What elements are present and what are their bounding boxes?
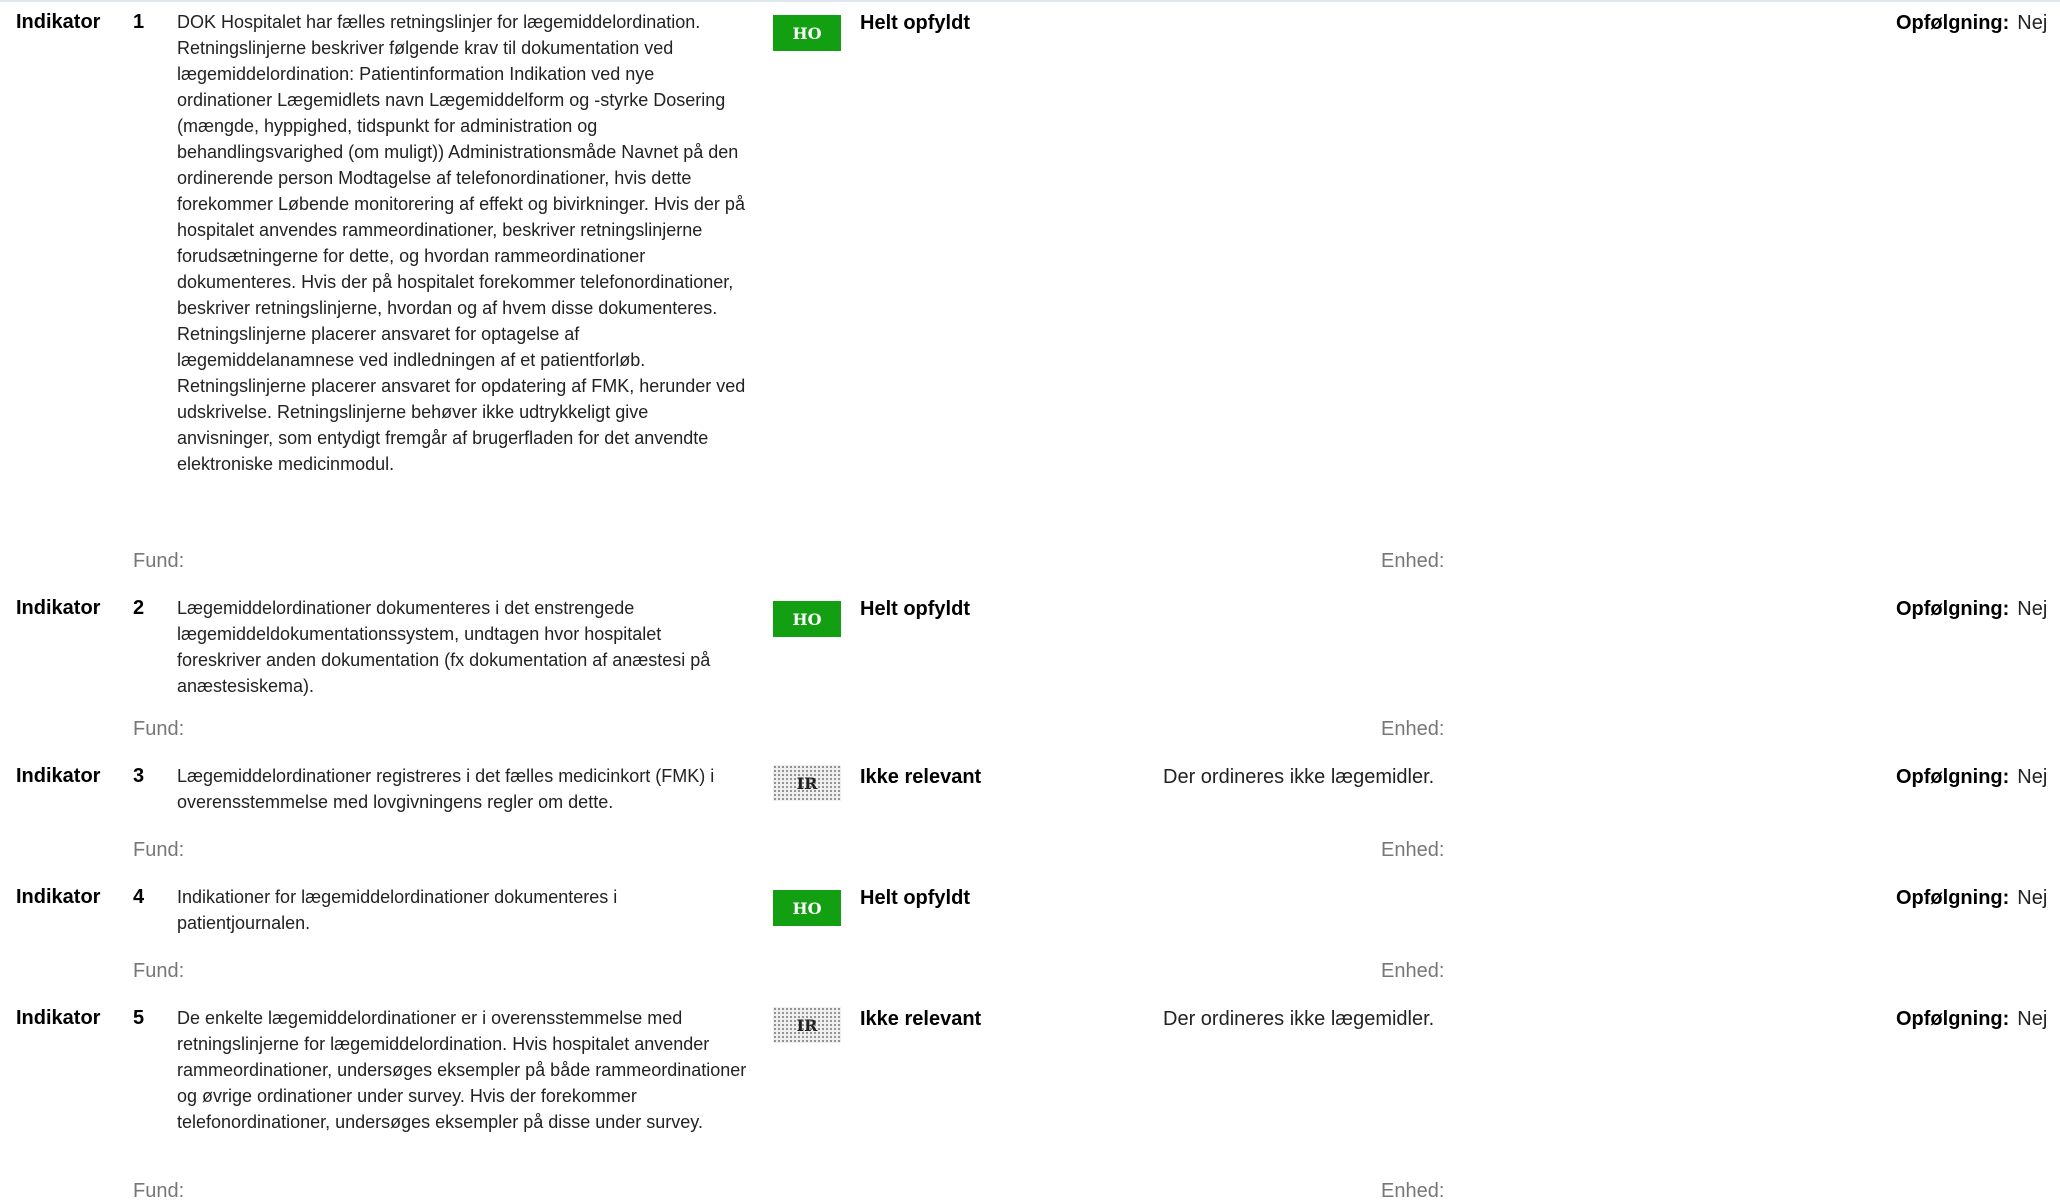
indicator-number: 4 [133, 886, 145, 908]
followup: Opfølgning: Nej [1896, 596, 2047, 622]
indicator-label: Indikator [16, 886, 101, 908]
followup-value: Nej [2017, 598, 2048, 620]
enhed-label: Enhed: [1381, 718, 1445, 740]
indicator-number: 5 [133, 1007, 145, 1029]
followup-label: Opfølgning: [1896, 598, 2010, 620]
status-badge-ho: HO [773, 601, 841, 637]
followup: Opfølgning: Nej [1896, 10, 2047, 36]
enhed-label: Enhed: [1381, 839, 1445, 861]
status-badge-ho: HO [773, 15, 841, 51]
fund-label: Fund: [133, 960, 185, 982]
status-text: Helt opfyldt [860, 12, 970, 34]
status-text: Ikke relevant [860, 1008, 982, 1030]
followup-value: Nej [2017, 766, 2048, 788]
fund-label: Fund: [133, 718, 185, 740]
top-divider [0, 0, 2060, 2]
status-comment: Der ordineres ikke lægemidler. [1163, 1008, 1435, 1030]
followup-label: Opfølgning: [1896, 887, 2010, 909]
indicator-label: Indikator [16, 1007, 101, 1029]
indicator-description: DOK Hospitalet har fælles retningslinjer… [177, 12, 746, 474]
followup-value: Nej [2017, 12, 2048, 34]
enhed-label: Enhed: [1381, 960, 1445, 982]
indicator-description: Lægemiddelordinationer dokumenteres i de… [177, 598, 711, 696]
status-text: Helt opfyldt [860, 598, 970, 620]
indicator-label: Indikator [16, 11, 101, 33]
indicator-label: Indikator [16, 597, 101, 619]
indicator-description: Indikationer for lægemiddelordinationer … [177, 887, 618, 933]
indicator-description: De enkelte lægemiddelordinationer er i o… [177, 1008, 747, 1132]
status-badge-ho: HO [773, 890, 841, 926]
status-badge-ir: IR [773, 1007, 841, 1043]
indicator-number: 3 [133, 765, 145, 787]
enhed-label: Enhed: [1381, 550, 1445, 572]
followup-label: Opfølgning: [1896, 12, 2010, 34]
status-text: Helt opfyldt [860, 887, 970, 909]
indicator-label: Indikator [16, 765, 101, 787]
followup-label: Opfølgning: [1896, 1008, 2010, 1030]
followup: Opfølgning: Nej [1896, 885, 2047, 911]
fund-label: Fund: [133, 1180, 185, 1202]
followup-value: Nej [2017, 887, 2048, 909]
indicator-description: Lægemiddelordinationer registreres i det… [177, 766, 715, 812]
indicator-number: 2 [133, 597, 145, 619]
followup-value: Nej [2017, 1008, 2048, 1030]
followup: Opfølgning: Nej [1896, 764, 2047, 790]
status-comment: Der ordineres ikke lægemidler. [1163, 766, 1435, 788]
followup: Opfølgning: Nej [1896, 1006, 2047, 1032]
enhed-label: Enhed: [1381, 1180, 1445, 1202]
fund-label: Fund: [133, 550, 185, 572]
status-text: Ikke relevant [860, 766, 982, 788]
indicator-number: 1 [133, 11, 145, 33]
status-badge-ir: IR [773, 765, 841, 801]
followup-label: Opfølgning: [1896, 766, 2010, 788]
fund-label: Fund: [133, 839, 185, 861]
